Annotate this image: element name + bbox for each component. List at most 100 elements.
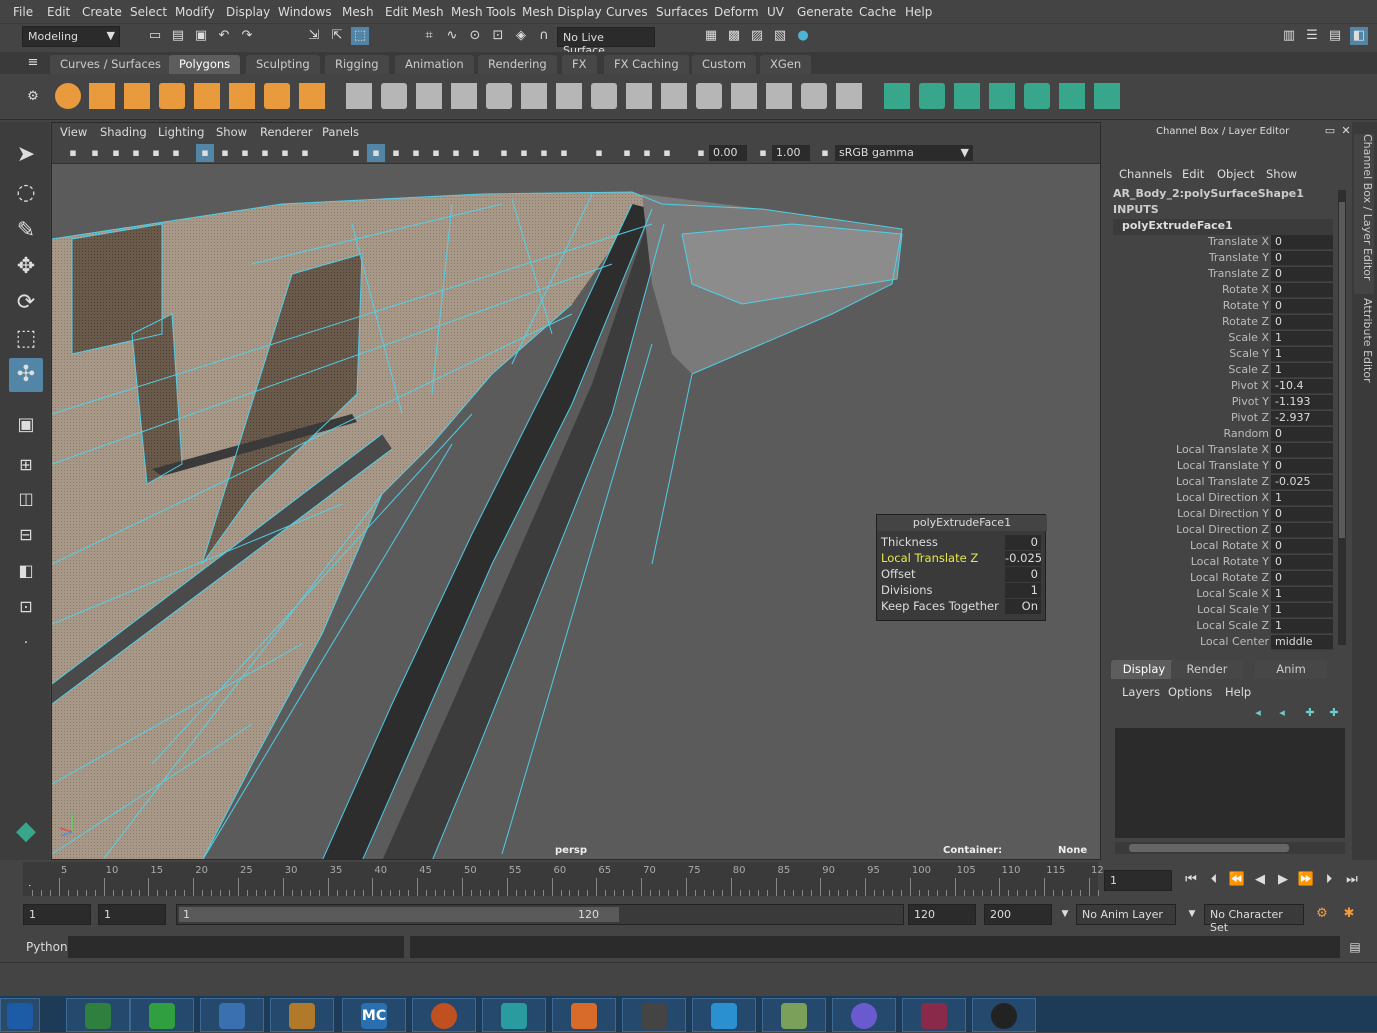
poly-cube-icon[interactable] — [89, 83, 115, 109]
smooth-shade-icon[interactable]: ▪ — [367, 144, 385, 162]
channel-attr-value[interactable]: 0 — [1271, 459, 1333, 474]
channel-attr-name[interactable]: Scale X — [1228, 331, 1269, 344]
menu-mesh[interactable]: Mesh — [342, 5, 374, 19]
rotate-tool-icon[interactable]: ⟳ — [9, 286, 43, 320]
2d-pan-icon[interactable]: ▪ — [147, 144, 165, 162]
layout-menu-icon[interactable]: · — [9, 626, 43, 660]
channel-attr-value[interactable]: 1 — [1271, 587, 1333, 602]
range-slider-handle[interactable]: 1 120 — [179, 907, 619, 922]
channel-attr-value[interactable]: 0 — [1271, 315, 1333, 330]
channel-attr-name[interactable]: Rotate Z — [1222, 315, 1269, 328]
grid-icon[interactable]: ▪ — [196, 144, 214, 162]
channel-attr-row[interactable]: Local Direction Y0 — [1105, 507, 1333, 523]
channel-attr-name[interactable]: Scale Y — [1229, 347, 1269, 360]
viewport-menu-lighting[interactable]: Lighting — [158, 125, 204, 139]
safe-action-icon[interactable]: ▪ — [296, 144, 314, 162]
poly-cylinder-icon[interactable] — [124, 83, 150, 109]
channel-attr-value[interactable]: 0 — [1271, 283, 1333, 298]
taskbar-word[interactable] — [200, 998, 264, 1032]
lock-camera-icon[interactable]: ▪ — [86, 144, 104, 162]
shelf-tab-rigging[interactable]: Rigging — [325, 55, 389, 74]
channel-attr-value[interactable]: -1.193 — [1271, 395, 1333, 410]
go-to-end-icon[interactable]: ⏭ — [1343, 871, 1361, 889]
exposure-icon[interactable]: ▪ — [692, 144, 710, 162]
channel-attr-row[interactable]: Scale Z1 — [1105, 363, 1333, 379]
new-layer-icon[interactable]: ✚ — [1301, 704, 1319, 722]
move-layer-up-icon[interactable]: ◂ — [1249, 704, 1267, 722]
channel-box-menu-object[interactable]: Object — [1217, 167, 1254, 181]
shelf-tab-polygons[interactable]: Polygons — [169, 55, 241, 74]
tab-channel-box[interactable]: Channel Box / Layer Editor — [1354, 134, 1374, 294]
extract-icon[interactable] — [486, 83, 512, 109]
taskbar-start[interactable] — [0, 998, 40, 1032]
channel-attr-value[interactable]: 0 — [1271, 555, 1333, 570]
viewport-menu-view[interactable]: View — [60, 125, 87, 139]
channel-attr-value[interactable]: 0 — [1271, 539, 1333, 554]
layer-tab-render[interactable]: Render — [1171, 660, 1243, 679]
channel-attr-name[interactable]: Local Center — [1200, 635, 1269, 648]
tool-settings-toggle-icon[interactable]: ▤ — [1326, 27, 1344, 45]
channel-attr-row[interactable]: Local Center middle — [1105, 635, 1333, 651]
gamma-field[interactable]: 1.00 — [772, 145, 810, 161]
channel-attr-row[interactable]: Local Scale Y1 — [1105, 603, 1333, 619]
smooth-icon[interactable] — [451, 83, 477, 109]
taskbar-app7[interactable] — [412, 998, 476, 1032]
camera-icon[interactable]: ▪ — [64, 144, 82, 162]
shelf-tab-fx[interactable]: FX — [562, 55, 597, 74]
motion-blur-icon[interactable]: ▪ — [495, 144, 513, 162]
channel-attr-row[interactable]: Local Rotate Y0 — [1105, 555, 1333, 571]
lights-icon[interactable]: ▪ — [427, 144, 445, 162]
separate-icon[interactable] — [381, 83, 407, 109]
layer-list[interactable] — [1115, 728, 1345, 838]
viewport-menu-renderer[interactable]: Renderer — [260, 125, 313, 139]
play-forward-icon[interactable]: ▶ — [1274, 871, 1292, 889]
four-view-layout-icon[interactable]: ⊞ — [9, 448, 43, 482]
shelf-tab-xgen[interactable]: XGen — [760, 55, 812, 74]
select-tool-icon[interactable]: ➤ — [9, 138, 43, 172]
taskbar-chrome[interactable] — [66, 998, 130, 1032]
channel-attr-name[interactable]: Local Direction Y — [1177, 507, 1269, 520]
command-input[interactable] — [68, 936, 404, 958]
menu-create[interactable]: Create — [82, 5, 122, 19]
poly-sphere-icon[interactable] — [55, 83, 81, 109]
channel-attr-row[interactable]: Local Direction Z0 — [1105, 523, 1333, 539]
exposure-field[interactable]: 0.00 — [709, 145, 747, 161]
last-tool-icon[interactable]: ✣ — [9, 358, 43, 392]
object-name[interactable]: AR_Body_2:polySurfaceShape1 — [1113, 187, 1304, 200]
layer-menu-options[interactable]: Options — [1168, 685, 1212, 699]
channel-attr-name[interactable]: Local Translate Z — [1176, 475, 1269, 488]
taskbar-maya[interactable] — [482, 998, 546, 1032]
layer-tab-anim[interactable]: Anim — [1255, 660, 1327, 679]
channel-attr-value[interactable]: 0 — [1271, 251, 1333, 266]
gate-mask-icon[interactable]: ▪ — [256, 144, 274, 162]
script-language-label[interactable]: Python — [26, 940, 68, 954]
resolution-gate-icon[interactable]: ▪ — [236, 144, 254, 162]
bridge-edge-icon[interactable] — [836, 83, 862, 109]
mode-dropdown[interactable]: Modeling ▼ — [22, 26, 120, 47]
shelf-tab-animation[interactable]: Animation — [395, 55, 474, 74]
poly-torus-icon[interactable] — [229, 83, 255, 109]
image-plane-icon[interactable]: ▪ — [127, 144, 145, 162]
outliner-layout-icon[interactable]: ⊡ — [9, 590, 43, 624]
viewport-menu-show[interactable]: Show — [216, 125, 247, 139]
paint-select-tool-icon[interactable]: ✎ — [9, 214, 43, 248]
popup-row-value[interactable]: 1 — [1005, 583, 1041, 598]
channel-attr-row[interactable]: Pivot Z -2.937 — [1105, 411, 1333, 427]
channel-attr-name[interactable]: Translate X — [1208, 235, 1269, 248]
time-slider[interactable]: 1510152025303540455055606570758085909510… — [23, 862, 1104, 896]
snap-surface-icon[interactable]: ◈ — [512, 27, 530, 45]
layer-tab-display[interactable]: Display — [1111, 660, 1177, 679]
step-back-frame-icon[interactable]: ⏴ — [1205, 871, 1223, 889]
channel-attr-value[interactable]: 1 — [1271, 603, 1333, 618]
popup-row-value[interactable]: On — [1005, 599, 1041, 614]
menu-modify[interactable]: Modify — [175, 5, 215, 19]
channel-attr-name[interactable]: Local Scale X — [1196, 587, 1269, 600]
isolate-select-icon[interactable]: ▪ — [555, 144, 573, 162]
poly-cone-icon[interactable] — [159, 83, 185, 109]
animation-end-field[interactable]: 200 — [984, 904, 1052, 925]
move-layer-down-icon[interactable]: ◂ — [1273, 704, 1291, 722]
select-component-icon[interactable]: ⬚ — [351, 27, 369, 45]
open-scene-icon[interactable]: ▤ — [169, 27, 187, 45]
target-weld-icon[interactable] — [766, 83, 792, 109]
channel-attr-value[interactable]: 0 — [1271, 571, 1333, 586]
